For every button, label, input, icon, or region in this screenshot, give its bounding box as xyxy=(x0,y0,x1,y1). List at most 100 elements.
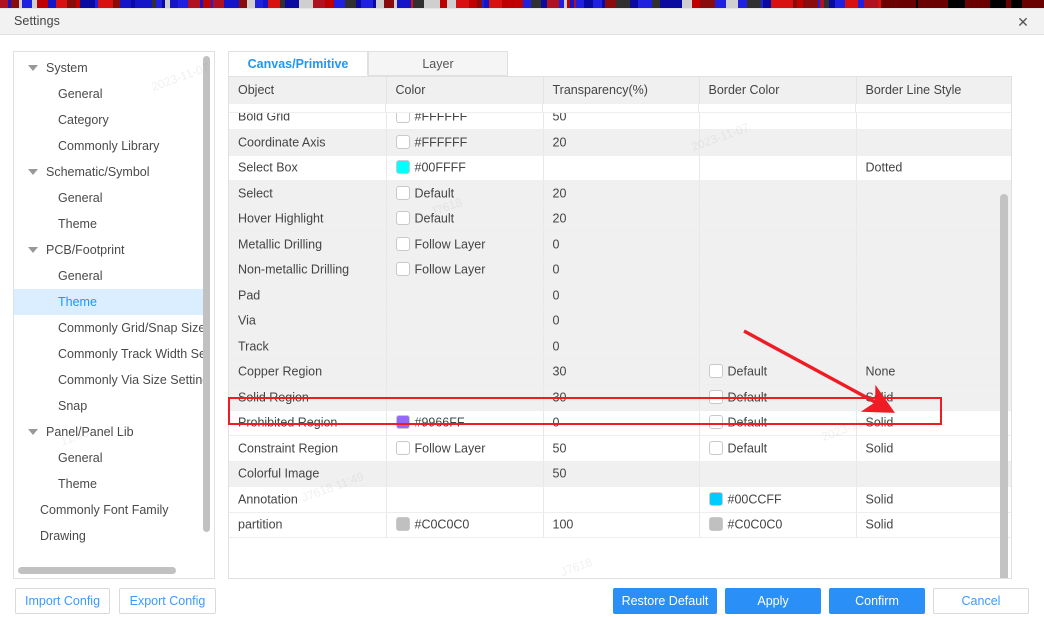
cell-color[interactable]: Default xyxy=(386,206,544,232)
cell-border-line-style[interactable] xyxy=(856,257,1011,283)
table-vertical-scrollbar[interactable] xyxy=(1000,194,1008,578)
cell-border-line-style[interactable] xyxy=(856,206,1011,232)
cell-border-color[interactable]: Default xyxy=(699,384,857,411)
table-row[interactable]: Colorful Image 50 xyxy=(229,461,1011,487)
cell-border-line-style[interactable]: Solid xyxy=(856,486,1011,513)
sidebar-item-commonly-grid-snap-size-s[interactable]: Commonly Grid/Snap Size S xyxy=(14,315,210,341)
column-header-border-color[interactable]: Border Color xyxy=(699,77,857,105)
cell-border-line-style[interactable] xyxy=(856,308,1011,334)
cell-object[interactable]: Select Box xyxy=(229,155,387,181)
table-row[interactable]: partition #C0C0C0 100 #C0C0C0 Solid xyxy=(229,512,1011,538)
color-swatch[interactable] xyxy=(708,415,723,430)
column-header-object[interactable]: Object xyxy=(229,77,387,105)
cell-border-line-style[interactable]: Solid xyxy=(856,384,1011,411)
column-header-border-line-style[interactable]: Border Line Style xyxy=(856,77,1011,105)
restore-default-button[interactable]: Restore Default xyxy=(613,588,717,614)
cell-border-line-style[interactable] xyxy=(856,180,1011,207)
table-row[interactable]: Solid Region 30 Default Solid xyxy=(229,384,1011,411)
sidebar-item-commonly-track-width-sett[interactable]: Commonly Track Width Sett xyxy=(14,341,210,367)
cell-transparency[interactable]: 30 xyxy=(543,359,700,385)
cell-transparency[interactable]: 100 xyxy=(543,512,700,538)
sidebar-item-theme[interactable]: Theme xyxy=(14,471,210,497)
cell-object[interactable]: Solid Region xyxy=(229,384,387,411)
cell-border-color[interactable] xyxy=(699,155,857,181)
sidebar-item-panel-panel-lib[interactable]: Panel/Panel Lib xyxy=(14,419,210,445)
table-row[interactable]: Coordinate Axis #FFFFFF 20 xyxy=(229,129,1011,156)
cell-transparency[interactable]: 0 xyxy=(543,333,700,360)
table-row[interactable]: Annotation #00CCFF Solid xyxy=(229,486,1011,513)
cell-border-line-style[interactable]: Solid xyxy=(856,410,1011,436)
color-swatch[interactable] xyxy=(395,415,410,430)
sidebar-item-commonly-via-size-setting[interactable]: Commonly Via Size Setting xyxy=(14,367,210,393)
table-row[interactable]: Via 0 xyxy=(229,308,1011,334)
color-swatch[interactable] xyxy=(395,517,410,532)
sidebar-item-drawing[interactable]: Drawing xyxy=(14,523,210,549)
cell-border-color[interactable] xyxy=(699,180,857,207)
cell-transparency[interactable]: 20 xyxy=(543,206,700,232)
cell-color[interactable] xyxy=(386,282,544,309)
color-swatch[interactable] xyxy=(395,262,410,277)
color-swatch[interactable] xyxy=(708,440,723,455)
sidebar-item-theme[interactable]: Theme xyxy=(14,211,210,237)
cell-transparency[interactable]: 0 xyxy=(543,410,700,436)
cell-border-line-style[interactable] xyxy=(856,231,1011,258)
export-config-button[interactable]: Export Config xyxy=(119,588,216,614)
cell-border-color[interactable]: #00CCFF xyxy=(699,486,857,513)
cell-object[interactable]: Annotation xyxy=(229,486,387,513)
tab-layer[interactable]: Layer xyxy=(368,51,508,76)
cell-object[interactable]: Constraint Region xyxy=(229,435,387,462)
cell-border-color[interactable] xyxy=(699,231,857,258)
cell-border-color[interactable]: Default xyxy=(699,410,857,436)
cell-border-color[interactable]: Default xyxy=(699,359,857,385)
cell-color[interactable] xyxy=(386,359,544,385)
cell-object[interactable]: Pad xyxy=(229,282,387,309)
cell-color[interactable] xyxy=(386,384,544,411)
cell-object[interactable]: Colorful Image xyxy=(229,461,387,487)
cell-transparency[interactable]: 0 xyxy=(543,231,700,258)
color-swatch[interactable] xyxy=(395,160,410,175)
color-swatch[interactable] xyxy=(395,236,410,251)
cell-color[interactable] xyxy=(386,486,544,513)
cell-object[interactable]: Non-metallic Drilling xyxy=(229,257,387,283)
cancel-button[interactable]: Cancel xyxy=(933,588,1029,614)
color-swatch[interactable] xyxy=(395,134,410,149)
sidebar-item-general[interactable]: General xyxy=(14,263,210,289)
color-swatch[interactable] xyxy=(395,185,410,200)
cell-object[interactable]: partition xyxy=(229,512,387,538)
column-header-transparency[interactable]: Transparency(%) xyxy=(543,77,700,105)
sidebar-item-category[interactable]: Category xyxy=(14,107,210,133)
cell-transparency[interactable]: 50 xyxy=(543,461,700,487)
cell-border-line-style[interactable]: Solid xyxy=(856,435,1011,462)
cell-transparency[interactable] xyxy=(543,486,700,513)
sidebar-horizontal-scrollbar[interactable] xyxy=(18,567,176,574)
cell-border-line-style[interactable] xyxy=(856,282,1011,309)
chevron-down-icon[interactable] xyxy=(28,428,38,435)
sidebar-item-commonly-library[interactable]: Commonly Library xyxy=(14,133,210,159)
cell-color[interactable]: #9966FF xyxy=(386,410,544,436)
table-row[interactable]: Constraint Region Follow Layer 50 Default So… xyxy=(229,435,1011,462)
table-row[interactable]: Select Default 20 xyxy=(229,180,1011,207)
cell-border-line-style[interactable] xyxy=(856,333,1011,360)
cell-object[interactable]: Hover Highlight xyxy=(229,206,387,232)
cell-color[interactable]: Follow Layer xyxy=(386,257,544,283)
table-row[interactable]: Metallic Drilling Follow Layer 0 xyxy=(229,231,1011,258)
cell-object[interactable]: Coordinate Axis xyxy=(229,129,387,156)
table-row[interactable]: Pad 0 xyxy=(229,282,1011,309)
cell-object[interactable]: Track xyxy=(229,333,387,360)
cell-transparency[interactable] xyxy=(543,155,700,181)
cell-border-line-style[interactable]: None xyxy=(856,359,1011,385)
cell-color[interactable]: Follow Layer xyxy=(386,435,544,462)
settings-nav-tree[interactable]: System General Category Commonly Library Sch… xyxy=(13,51,215,579)
cell-transparency[interactable]: 0 xyxy=(543,308,700,334)
color-swatch[interactable] xyxy=(708,364,723,379)
tab-canvas-primitive[interactable]: Canvas/Primitive xyxy=(228,51,368,76)
cell-color[interactable]: Follow Layer xyxy=(386,231,544,258)
sidebar-item-pcb-footprint[interactable]: PCB/Footprint xyxy=(14,237,210,263)
table-row[interactable]: Select Box #00FFFF Dotted xyxy=(229,155,1011,181)
cell-border-color[interactable] xyxy=(699,282,857,309)
color-swatch[interactable] xyxy=(395,440,410,455)
sidebar-item-schematic-symbol[interactable]: Schematic/Symbol xyxy=(14,159,210,185)
sidebar-item-general[interactable]: General xyxy=(14,445,210,471)
cell-transparency[interactable]: 20 xyxy=(543,180,700,207)
cell-color[interactable]: #FFFFFF xyxy=(386,129,544,156)
